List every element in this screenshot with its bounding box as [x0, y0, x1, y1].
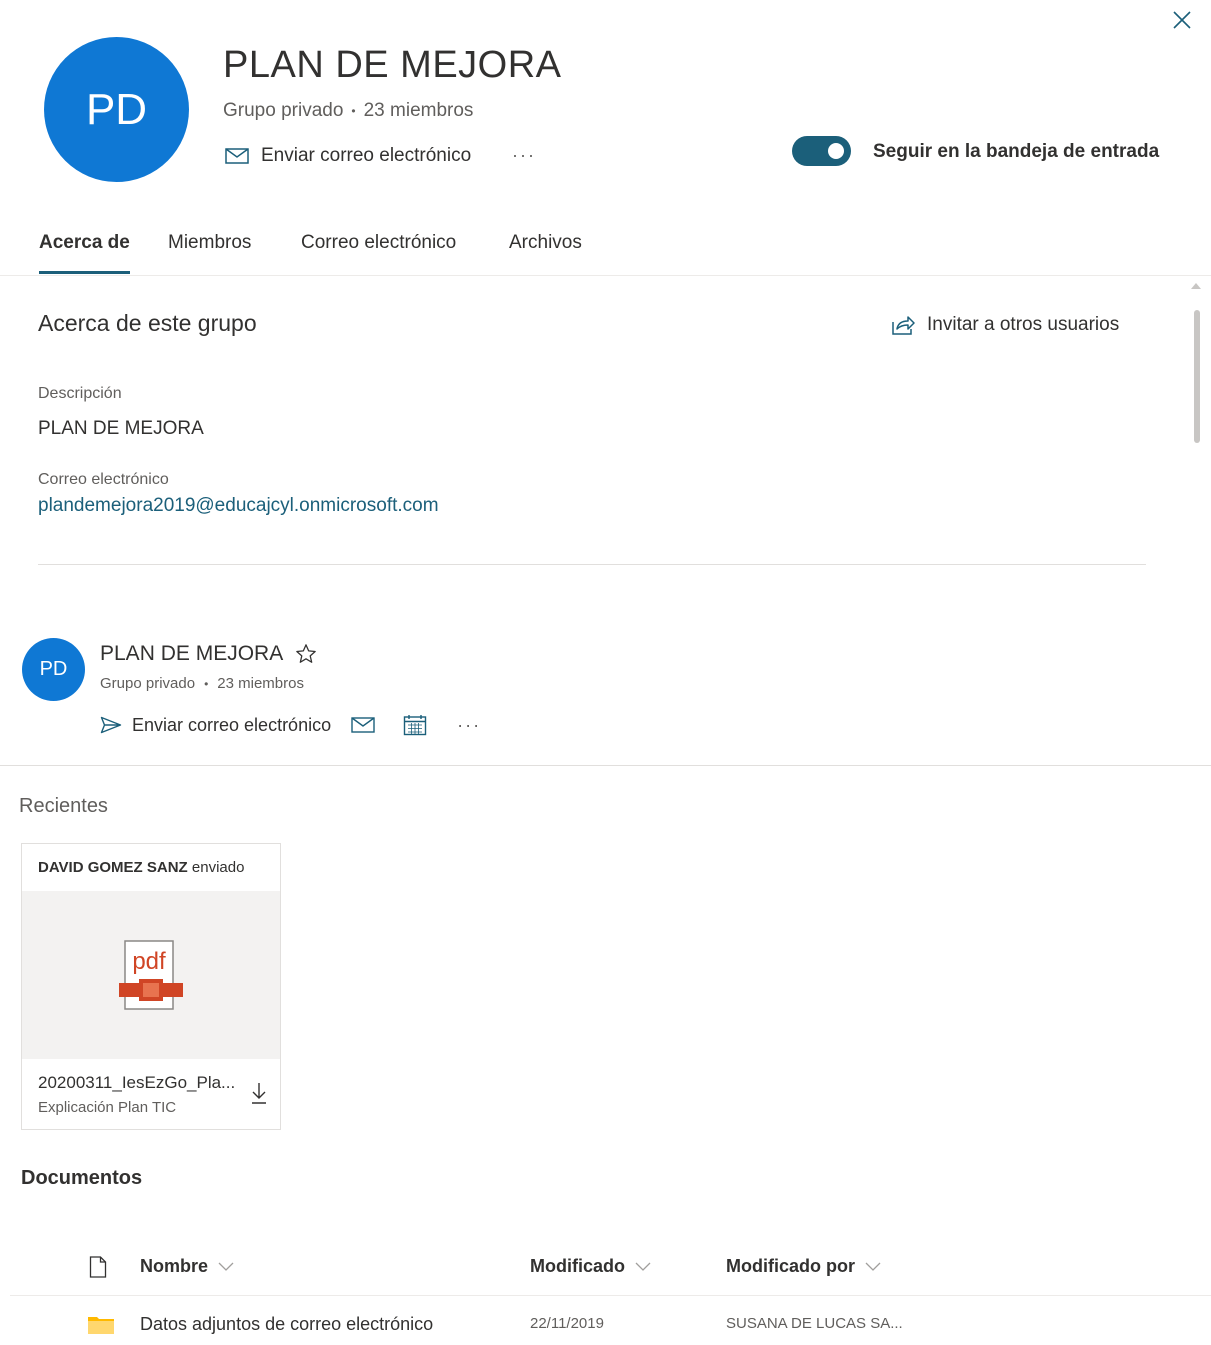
invite-users-label: Invitar a otros usuarios: [927, 314, 1120, 335]
group-meta: Grupo privado • 23 miembros: [223, 100, 473, 122]
toggle-knob: [828, 143, 844, 159]
group-card-members: 23 miembros: [217, 675, 304, 692]
document-modified-by: SUSANA DE LUCAS SA...: [726, 1315, 903, 1332]
page-title: PLAN DE MEJORA: [223, 44, 562, 86]
email-label: Correo electrónico: [38, 471, 169, 488]
group-card-title-text: PLAN DE MEJORA: [100, 642, 284, 665]
recent-file-card[interactable]: DAVID GOMEZ SANZ enviado pdf 20200311_Ie…: [21, 843, 281, 1130]
mail-icon: [351, 717, 375, 733]
recent-card-header: DAVID GOMEZ SANZ enviado: [38, 859, 244, 876]
close-button[interactable]: [1168, 6, 1196, 34]
group-member-count: 23 miembros: [363, 100, 474, 121]
description-label: Descripción: [38, 385, 122, 402]
group-email-link[interactable]: plandemejora2019@educajcyl.onmicrosoft.c…: [38, 495, 439, 517]
invite-users-button[interactable]: Invitar a otros usuarios: [891, 314, 1119, 336]
recent-card-author: DAVID GOMEZ SANZ: [38, 859, 188, 876]
recent-card-action: enviado: [191, 859, 245, 876]
group-card-send-email-button[interactable]: Enviar correo electrónico: [100, 715, 331, 736]
recent-file-name: 20200311_IesEzGo_Pla...: [38, 1073, 236, 1092]
meta-separator: •: [204, 676, 209, 691]
file-icon: [89, 1256, 107, 1278]
follow-inbox-toggle[interactable]: [792, 136, 851, 166]
about-section-title: Acerca de este grupo: [38, 310, 257, 336]
tab-members[interactable]: Miembros: [168, 232, 251, 274]
group-type: Grupo privado: [223, 100, 344, 121]
send-email-button[interactable]: Enviar correo electrónico: [225, 145, 471, 167]
chevron-down-icon: [218, 1262, 234, 1271]
folder-icon: [88, 1315, 114, 1340]
download-button[interactable]: [250, 1082, 268, 1109]
star-icon[interactable]: [295, 643, 317, 665]
tab-email[interactable]: Correo electrónico: [301, 232, 456, 274]
more-options-button[interactable]: ···: [512, 145, 536, 166]
tab-bar: Acerca de Miembros Correo electrónico Ar…: [0, 226, 1211, 276]
group-avatar-small-initials: PD: [39, 658, 68, 680]
file-type-column-header[interactable]: [89, 1256, 107, 1283]
pdf-file-icon: pdf: [119, 940, 183, 1010]
file-preview: pdf: [22, 891, 280, 1059]
column-header-modified[interactable]: Modificado: [530, 1256, 651, 1277]
column-header-modified-by[interactable]: Modificado por: [726, 1256, 881, 1277]
download-icon: [252, 1083, 266, 1104]
recent-section-title: Recientes: [19, 795, 108, 817]
share-icon: [892, 316, 915, 335]
group-card-title: PLAN DE MEJORA: [100, 642, 317, 666]
calendar-icon: [403, 715, 427, 736]
pdf-label: pdf: [132, 948, 166, 975]
group-card-inbox-button[interactable]: [351, 717, 375, 733]
group-card-more-button[interactable]: ···: [457, 715, 481, 736]
tab-files[interactable]: Archivos: [509, 232, 582, 274]
group-avatar: PD: [44, 37, 189, 182]
mail-icon: [225, 148, 249, 164]
divider: [0, 765, 1211, 766]
follow-inbox-label: Seguir en la bandeja de entrada: [873, 141, 1160, 162]
tab-about[interactable]: Acerca de: [39, 232, 130, 274]
divider: [38, 564, 1146, 565]
group-avatar-initials: PD: [85, 84, 148, 134]
column-header-modified-label: Modificado: [530, 1256, 625, 1276]
documents-section-title: Documentos: [21, 1167, 143, 1189]
group-card-send-email-label: Enviar correo electrónico: [132, 714, 332, 735]
send-email-label: Enviar correo electrónico: [261, 145, 472, 166]
group-avatar-small: PD: [22, 638, 85, 701]
close-icon: [1173, 11, 1191, 29]
group-card-calendar-button[interactable]: [403, 714, 427, 736]
document-modified: 22/11/2019: [530, 1315, 604, 1332]
group-card-type: Grupo privado: [100, 675, 196, 692]
recent-file-subtitle: Explicación Plan TIC: [38, 1099, 177, 1116]
chevron-down-icon: [865, 1262, 881, 1271]
column-header-name[interactable]: Nombre: [140, 1256, 234, 1277]
table-row[interactable]: Datos adjuntos de correo electrónico 22/…: [0, 1296, 1211, 1345]
meta-separator: •: [351, 104, 356, 118]
chevron-down-icon: [635, 1262, 651, 1271]
group-card-actions: Enviar correo electrónico ···: [100, 714, 481, 736]
description-value: PLAN DE MEJORA: [38, 418, 204, 439]
column-header-modified-by-label: Modificado por: [726, 1256, 855, 1276]
scroll-up-arrow[interactable]: [1191, 283, 1201, 289]
document-name[interactable]: Datos adjuntos de correo electrónico: [140, 1314, 433, 1335]
scrollbar-thumb[interactable]: [1194, 310, 1200, 443]
column-header-name-label: Nombre: [140, 1256, 209, 1276]
send-icon: [100, 716, 122, 734]
group-card-meta: Grupo privado • 23 miembros: [100, 675, 304, 692]
